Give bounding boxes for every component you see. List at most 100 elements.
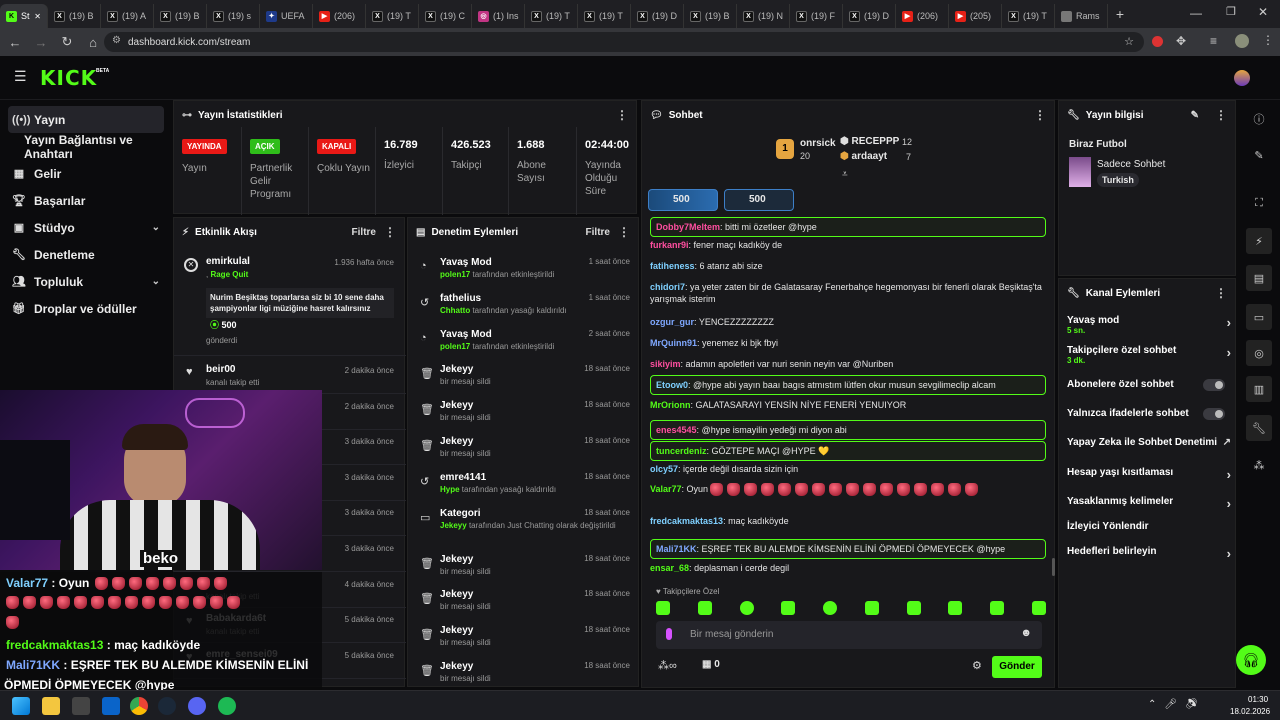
leader-name[interactable]: ⬢ RECEPPP bbox=[840, 136, 899, 147]
followers-chat-action[interactable]: Takipçilere özel sohbet 3 dk. › bbox=[1067, 345, 1231, 365]
browser-tab[interactable]: X (19) B bbox=[154, 4, 207, 28]
leader-name[interactable]: ⬢ ardaayt bbox=[840, 151, 887, 162]
moderation-title[interactable]: Yavaş Mod bbox=[440, 257, 492, 268]
back-icon[interactable]: ← bbox=[4, 31, 26, 53]
more-options-icon[interactable]: ⋮ bbox=[1034, 108, 1046, 122]
spotify-icon[interactable] bbox=[218, 697, 236, 715]
kick-logo[interactable]: KICK bbox=[40, 66, 97, 90]
browser-tab[interactable]: K St ✕ bbox=[0, 4, 48, 28]
edit-pencil-icon[interactable]: ✎ bbox=[1191, 110, 1199, 121]
browser-tab[interactable]: X (19) D bbox=[631, 4, 684, 28]
browser-tab[interactable]: X (19) T bbox=[578, 4, 631, 28]
mic-icon[interactable] bbox=[666, 628, 672, 640]
chat-username[interactable]: fatiheness bbox=[650, 261, 695, 271]
user-avatar[interactable] bbox=[1234, 70, 1250, 86]
browser-tab[interactable]: X (19) T bbox=[1002, 4, 1055, 28]
outlook-icon[interactable] bbox=[102, 697, 120, 715]
sidebar-item-community[interactable]: 👥︎ Topluluk ⌄ bbox=[0, 268, 172, 295]
chat-username[interactable]: Dobby7Meltem bbox=[656, 222, 720, 232]
sidebar-item-studio[interactable]: ▣ Stüdyo ⌄ bbox=[0, 214, 172, 241]
settings-gear-icon[interactable]: ⚙ bbox=[972, 659, 982, 672]
chat-username[interactable]: enes4545 bbox=[656, 425, 697, 435]
url-field[interactable]: ⚙ dashboard.kick.com/stream ☆ bbox=[104, 32, 1144, 52]
sidebar-item-stream-key[interactable]: Yayın Bağlantısı ve Anahtarı bbox=[0, 133, 172, 161]
more-options-icon[interactable]: ⋮ bbox=[384, 225, 396, 239]
emote-icon[interactable] bbox=[823, 601, 838, 615]
profile-avatar[interactable] bbox=[1235, 34, 1249, 48]
browser-tab[interactable]: X (19) C bbox=[419, 4, 472, 28]
redirect-viewers-action[interactable]: İzleyici Yönlendir bbox=[1067, 521, 1231, 532]
emote-icon[interactable] bbox=[697, 601, 712, 615]
site-info-icon[interactable]: ⚙ bbox=[112, 35, 121, 46]
category-thumbnail[interactable] bbox=[1069, 157, 1091, 187]
moderation-title[interactable]: Jekeyy bbox=[440, 436, 473, 447]
goals-action[interactable]: Hedefleri belirleyin › bbox=[1067, 546, 1231, 561]
emote-icon[interactable] bbox=[948, 601, 963, 615]
hamburger-menu-icon[interactable]: ☰ bbox=[14, 68, 27, 85]
chat-username[interactable]: chidori7 bbox=[650, 282, 685, 292]
browser-tab[interactable]: X (19) F bbox=[790, 4, 843, 28]
emote-icon[interactable] bbox=[906, 601, 921, 615]
infinity-icon[interactable]: ⁂∞ bbox=[658, 659, 677, 672]
reload-icon[interactable]: ↻ bbox=[56, 31, 78, 53]
browser-tab[interactable]: X (19) T bbox=[525, 4, 578, 28]
moderation-title[interactable]: Jekeyy bbox=[440, 661, 473, 672]
moderation-title[interactable]: Jekeyy bbox=[440, 364, 473, 375]
store-count[interactable]: ▦ 0 bbox=[702, 659, 720, 670]
puzzle-icon[interactable]: ✥ bbox=[1176, 34, 1186, 48]
wrench-icon[interactable]: 🔧︎ bbox=[1246, 415, 1272, 441]
moderation-title[interactable]: Jekeyy bbox=[440, 400, 473, 411]
moderation-title[interactable]: Kategori bbox=[440, 508, 481, 519]
ai-moderation-action[interactable]: Yapay Zeka ile Sohbet Denetimi ↗ bbox=[1067, 437, 1231, 448]
emote-icon[interactable] bbox=[781, 601, 796, 615]
moderation-title[interactable]: Jekeyy bbox=[440, 554, 473, 565]
browser-menu-icon[interactable]: ⋮ bbox=[1262, 33, 1274, 47]
browser-tab[interactable]: ▶ (206) bbox=[313, 4, 366, 28]
tray-icons[interactable]: ⌃🎤︎🔊︎ bbox=[1148, 699, 1206, 710]
moderation-title[interactable]: Jekeyy bbox=[440, 589, 473, 600]
chat-scrollbar[interactable] bbox=[1052, 558, 1055, 576]
layout-icon[interactable]: ▥ bbox=[1246, 376, 1272, 402]
chat-username[interactable]: Mali71KK bbox=[656, 544, 697, 554]
chat-username[interactable]: ozgur_gur bbox=[650, 317, 694, 327]
broadcast-icon[interactable]: ◎ bbox=[1246, 340, 1272, 366]
moderation-title[interactable]: fathelius bbox=[440, 293, 481, 304]
browser-tab[interactable]: X (19) B bbox=[684, 4, 737, 28]
browser-tab[interactable]: ✦ UEFA bbox=[260, 4, 313, 28]
more-options-icon[interactable]: ⋮ bbox=[1215, 286, 1227, 300]
maximize-button[interactable]: ❐ bbox=[1226, 5, 1236, 18]
browser-tab[interactable]: Rams bbox=[1055, 4, 1108, 28]
activity-username[interactable]: beir00 bbox=[206, 364, 235, 375]
browser-tab[interactable]: X (19) s bbox=[207, 4, 260, 28]
leader-name[interactable]: onrsick bbox=[800, 138, 836, 149]
chat-input[interactable]: Bir mesaj gönderin ☻ bbox=[656, 621, 1042, 649]
pencil-icon[interactable]: ✎ bbox=[1246, 142, 1272, 168]
emote-icon[interactable] bbox=[1031, 601, 1046, 615]
banned-words-action[interactable]: Yasaklanmış kelimeler › bbox=[1067, 496, 1231, 511]
chat-username[interactable]: furkanr9i bbox=[650, 240, 689, 250]
chat-username[interactable]: fredcakmaktas13 bbox=[650, 516, 723, 526]
browser-tab[interactable]: ◎ (1) Ins bbox=[472, 4, 525, 28]
community-icon[interactable]: ⁂ bbox=[1246, 452, 1272, 478]
windows-start-icon[interactable] bbox=[12, 697, 30, 715]
emote-icon[interactable] bbox=[864, 601, 879, 615]
more-options-icon[interactable]: ⋮ bbox=[1215, 108, 1227, 122]
browser-tab[interactable]: ▶ (206) bbox=[896, 4, 949, 28]
minimize-button[interactable]: — bbox=[1190, 6, 1202, 20]
more-options-icon[interactable]: ⋮ bbox=[616, 108, 628, 122]
chat-username[interactable]: MrOrionn bbox=[650, 400, 691, 410]
chat-username[interactable]: tuncerdeniz bbox=[656, 446, 707, 456]
slow-mode-action[interactable]: Yavaş mod 5 sn. › bbox=[1067, 315, 1231, 335]
browser-tab[interactable]: X (19) N bbox=[737, 4, 790, 28]
sidebar-item-revenue[interactable]: ▦ Gelir bbox=[0, 160, 172, 187]
store-icon[interactable] bbox=[72, 697, 90, 715]
chat-username[interactable]: sikiyim bbox=[650, 359, 681, 369]
moderation-title[interactable]: Jekeyy bbox=[440, 625, 473, 636]
new-tab-button[interactable]: + bbox=[1108, 6, 1132, 22]
filter-button[interactable]: Filtre bbox=[586, 227, 610, 238]
moderation-title[interactable]: Yavaş Mod bbox=[440, 329, 492, 340]
browser-tab[interactable]: ▶ (205) bbox=[949, 4, 1002, 28]
info-icon[interactable]: ⓘ bbox=[1246, 106, 1272, 132]
more-options-icon[interactable]: ⋮ bbox=[618, 225, 630, 239]
sidebar-item-stream[interactable]: ((•)) Yayın bbox=[8, 106, 164, 133]
